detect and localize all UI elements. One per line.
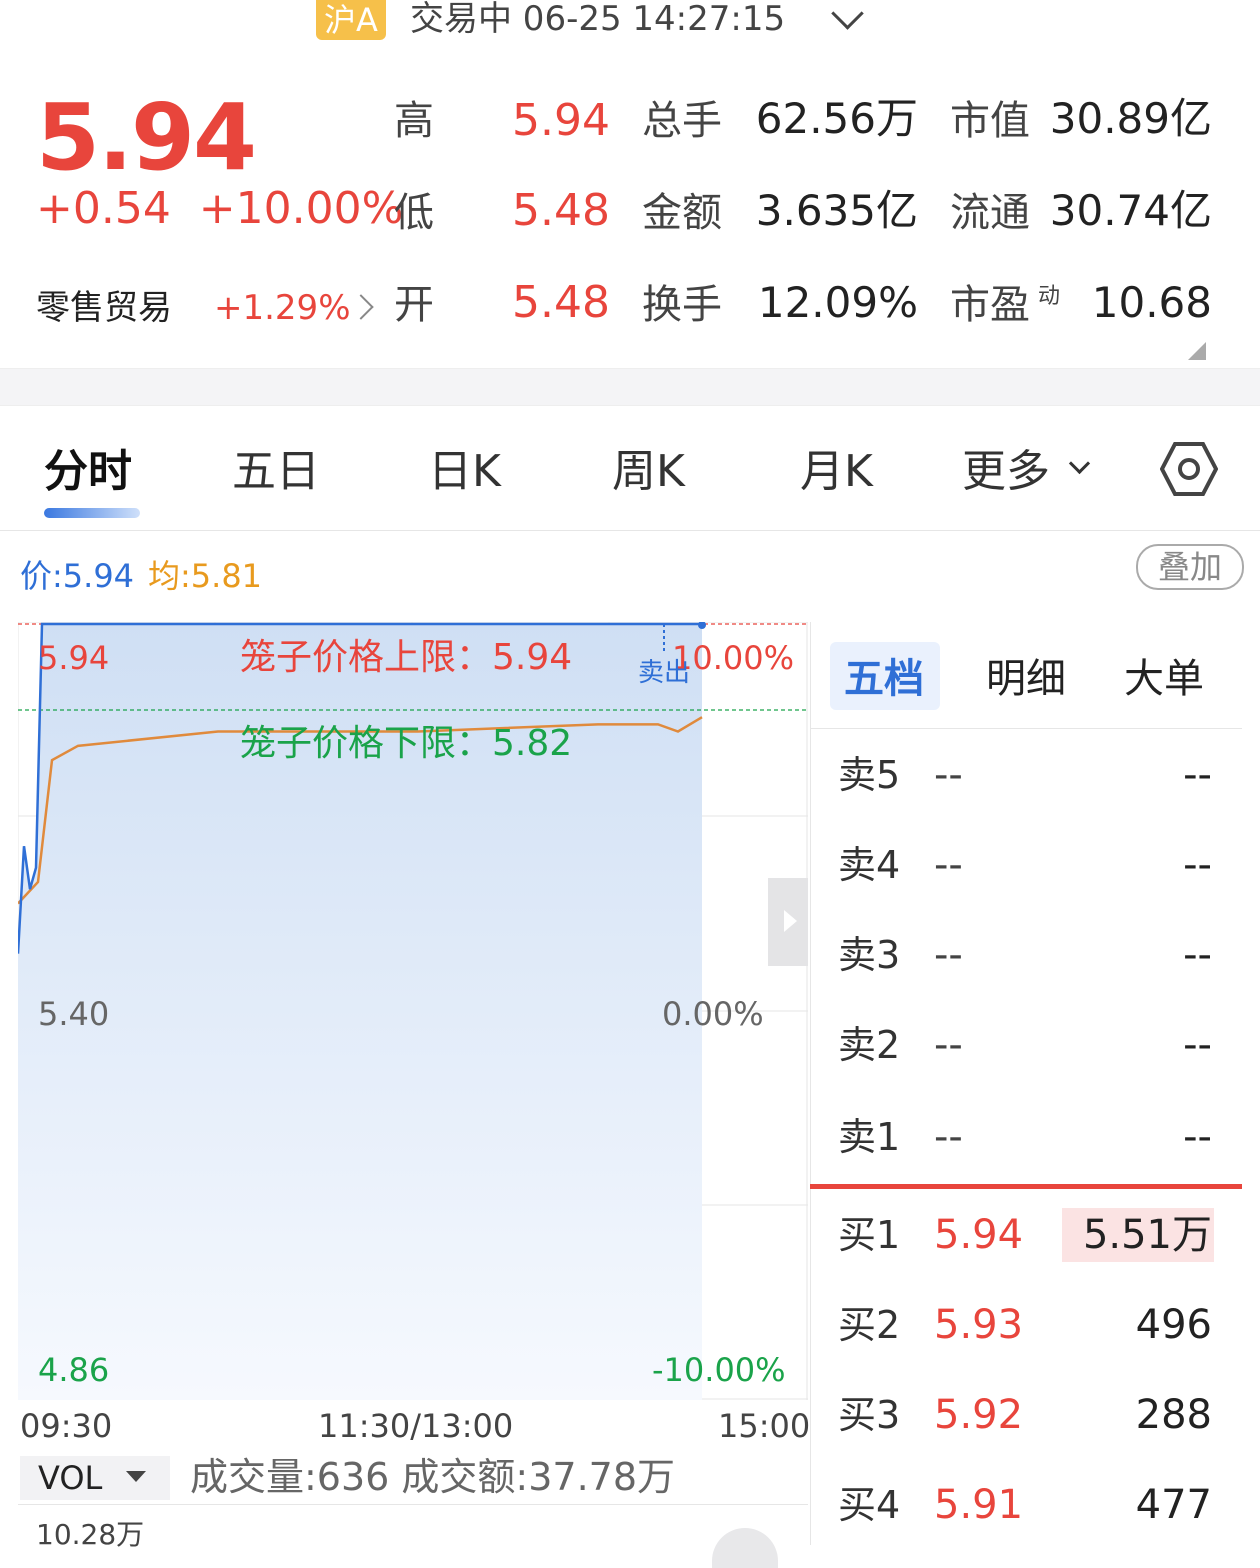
low-value: 5.48 bbox=[512, 185, 610, 236]
ask-label: 卖4 bbox=[838, 843, 901, 887]
avg-indicator: 均:5.81 bbox=[148, 557, 263, 595]
dropdown-icon[interactable] bbox=[126, 1471, 146, 1482]
time-start: 09:30 bbox=[20, 1407, 113, 1445]
ask-price: -- bbox=[934, 932, 963, 978]
sector-change[interactable]: +1.29% bbox=[214, 286, 351, 330]
mktcap-label: 市值 bbox=[950, 98, 1030, 144]
pct-label-mid: 0.00% bbox=[662, 995, 764, 1033]
amount-value: 3.635亿 bbox=[755, 186, 918, 235]
pct-label-bottom: -10.00% bbox=[652, 1351, 786, 1389]
cage-lower-label: 笼子价格下限：5.82 bbox=[240, 723, 573, 764]
price-indicator: 价:5.94 bbox=[20, 557, 135, 595]
ask-price: -- bbox=[934, 752, 963, 798]
cage-upper-label: 笼子价格上限：5.94 bbox=[240, 637, 573, 678]
tab-big-orders[interactable]: 大单 bbox=[1124, 654, 1204, 704]
volume-scale: 10.28万 bbox=[36, 1518, 145, 1551]
pe-label: 市盈 bbox=[950, 282, 1030, 328]
high-label: 高 bbox=[394, 98, 434, 144]
overlay-button[interactable]: 叠加 bbox=[1136, 544, 1244, 590]
bid-volume: 496 bbox=[1135, 1302, 1212, 1348]
tab-daily-k[interactable]: 日K bbox=[428, 442, 501, 502]
section-divider bbox=[0, 368, 1260, 406]
bid-volume: 5.51万 bbox=[1082, 1212, 1212, 1258]
ask-volume: -- bbox=[1183, 752, 1212, 798]
market-badge: 沪A bbox=[316, 0, 386, 40]
y-label-top: 5.94 bbox=[38, 639, 110, 677]
expand-corner-icon[interactable] bbox=[1188, 342, 1206, 360]
ask-label: 卖5 bbox=[838, 753, 901, 797]
ask-price: -- bbox=[934, 1022, 963, 1068]
tab-intraday[interactable]: 分时 bbox=[44, 442, 132, 502]
tab-more[interactable]: 更多 bbox=[962, 442, 1050, 502]
current-price: 5.94 bbox=[36, 84, 257, 191]
order-tabs-divider bbox=[810, 728, 1242, 729]
tab-monthly-k[interactable]: 月K bbox=[800, 442, 873, 502]
play-icon bbox=[784, 910, 797, 932]
open-label: 开 bbox=[394, 282, 434, 328]
turnover-value: 12.09% bbox=[757, 278, 918, 327]
chevron-down-icon[interactable] bbox=[1068, 452, 1091, 475]
sell-marker: 卖出 bbox=[638, 658, 691, 688]
tab-five-day[interactable]: 五日 bbox=[232, 442, 320, 502]
bid-label: 买2 bbox=[838, 1303, 901, 1347]
ask-volume: -- bbox=[1183, 1022, 1212, 1068]
indicator-selector[interactable]: VOL bbox=[20, 1456, 170, 1500]
bid-price: 5.94 bbox=[934, 1212, 1024, 1258]
price-change: +0.54 +10.00% bbox=[36, 183, 404, 234]
bid-label: 买3 bbox=[838, 1393, 901, 1437]
ask-label: 卖3 bbox=[838, 933, 901, 977]
bid-price: 5.91 bbox=[934, 1482, 1024, 1528]
trading-status[interactable]: 交易中 06-25 14:27:15 bbox=[410, 0, 785, 38]
bid-volume: 477 bbox=[1135, 1482, 1212, 1528]
bid-label: 买1 bbox=[838, 1213, 901, 1257]
amount-label: 金额 bbox=[642, 190, 722, 236]
settings-icon[interactable] bbox=[1160, 440, 1218, 498]
y-label-mid: 5.40 bbox=[38, 995, 110, 1033]
bid-price: 5.92 bbox=[934, 1392, 1024, 1438]
active-tab-indicator bbox=[44, 508, 140, 518]
ask-label: 卖1 bbox=[838, 1115, 901, 1159]
tab-five-level[interactable]: 五档 bbox=[844, 654, 924, 704]
time-end: 15:00 bbox=[718, 1407, 811, 1445]
pe-value: 10.68 bbox=[1091, 278, 1212, 327]
volume-info: 成交量:636 成交额:37.78万 bbox=[190, 1455, 676, 1499]
float-label: 流通 bbox=[950, 190, 1030, 236]
bid-price: 5.93 bbox=[934, 1302, 1024, 1348]
bid-volume: 288 bbox=[1135, 1392, 1212, 1438]
tab-weekly-k[interactable]: 周K bbox=[612, 442, 685, 502]
tab-details[interactable]: 明细 bbox=[986, 654, 1066, 704]
ask-volume: -- bbox=[1183, 932, 1212, 978]
sector-name[interactable]: 零售贸易 bbox=[36, 286, 172, 330]
chevron-down-icon[interactable] bbox=[831, 0, 864, 30]
float-value: 30.74亿 bbox=[1049, 186, 1212, 235]
pe-superscript: 动 bbox=[1038, 284, 1061, 309]
ask-volume: -- bbox=[1183, 842, 1212, 888]
time-mid: 11:30/13:00 bbox=[318, 1407, 514, 1445]
ask-label: 卖2 bbox=[838, 1023, 901, 1067]
volume-value: 62.56万 bbox=[755, 94, 918, 143]
turnover-label: 换手 bbox=[642, 282, 722, 328]
mktcap-value: 30.89亿 bbox=[1049, 94, 1212, 143]
pct-label-top: 10.00% bbox=[672, 639, 795, 677]
high-value: 5.94 bbox=[512, 95, 610, 146]
ask-volume: -- bbox=[1183, 1114, 1212, 1160]
bid-label: 买4 bbox=[838, 1483, 901, 1527]
chevron-right-icon[interactable] bbox=[348, 294, 374, 320]
tabs-divider bbox=[0, 530, 1260, 531]
ask-price: -- bbox=[934, 1114, 963, 1160]
open-value: 5.48 bbox=[512, 277, 610, 328]
y-label-bottom: 4.86 bbox=[38, 1351, 110, 1389]
low-label: 低 bbox=[394, 190, 434, 236]
ask-price: -- bbox=[934, 842, 963, 888]
bid-ask-divider bbox=[810, 1184, 1242, 1189]
volume-label: 总手 bbox=[642, 98, 722, 144]
